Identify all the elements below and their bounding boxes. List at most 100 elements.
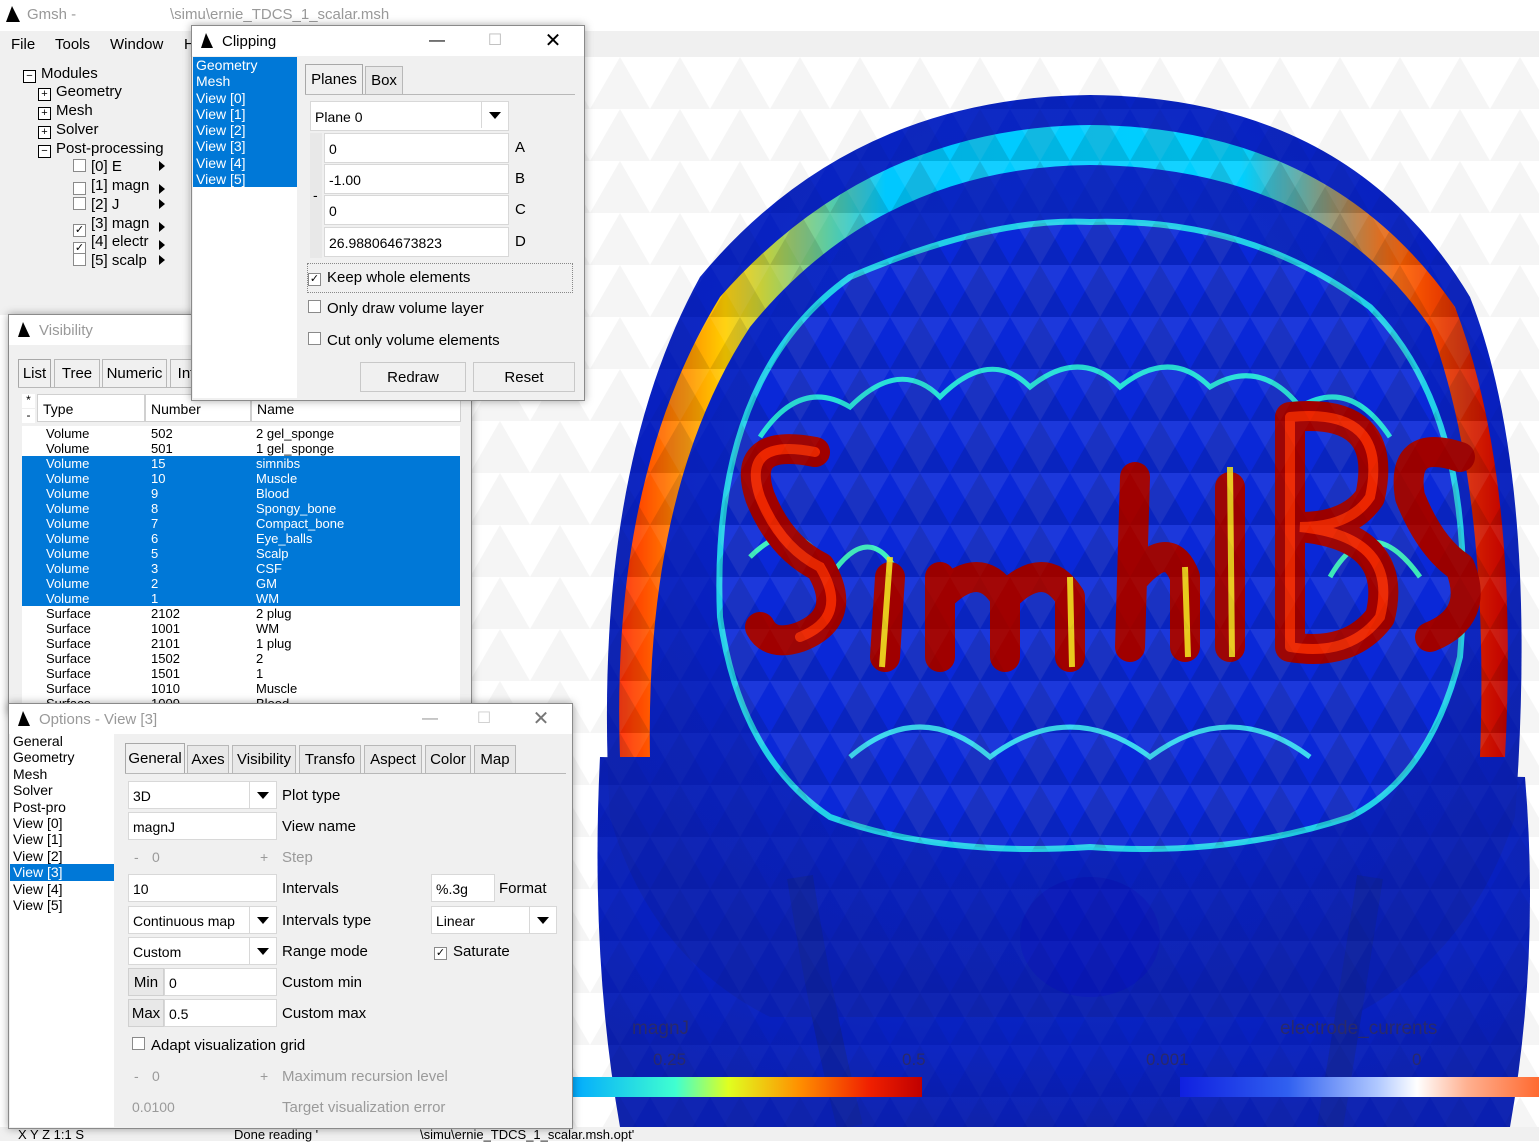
collapse-icon[interactable]: − <box>23 70 36 83</box>
table-row[interactable]: Volume 3 CSF <box>22 561 460 576</box>
format-input[interactable]: %.3g <box>431 874 495 902</box>
table-row[interactable]: Volume 8 Spongy_bone <box>22 501 460 516</box>
step-increment-button[interactable]: + <box>256 843 277 871</box>
graphics-viewport[interactable]: magnJ 0.25 0.5 electrode_currents 0.001 … <box>470 57 1539 1127</box>
column-header-type[interactable]: Type <box>37 394 145 422</box>
coeff-c-input[interactable]: 0 <box>324 195 509 225</box>
tree-geometry[interactable]: + Geometry <box>38 83 122 101</box>
submenu-arrow-icon[interactable] <box>159 199 165 209</box>
max-button[interactable]: Max <box>128 999 164 1027</box>
reset-button[interactable]: Reset <box>473 362 575 392</box>
list-item[interactable]: Post-pro <box>10 799 114 815</box>
table-row[interactable]: Surface 1501 1 <box>22 666 460 681</box>
chevron-down-icon[interactable] <box>529 907 556 933</box>
tab-general[interactable]: General <box>125 743 185 774</box>
view-name-input[interactable]: magnJ <box>128 812 277 840</box>
tab-axes[interactable]: Axes <box>187 745 229 774</box>
recursion-decrement-button[interactable]: - <box>128 1062 148 1090</box>
coeff-slider[interactable]: - <box>310 133 322 258</box>
saturate-checkbox[interactable]: ✓ Saturate <box>434 943 510 960</box>
list-item[interactable]: View [0] <box>10 815 114 831</box>
tab-numeric[interactable]: Numeric <box>102 359 167 388</box>
submenu-arrow-icon[interactable] <box>159 255 165 265</box>
custom-max-input[interactable]: 0.5 <box>164 999 277 1027</box>
table-row[interactable]: Surface 2102 2 plug <box>22 606 460 621</box>
chevron-down-icon[interactable] <box>249 938 276 964</box>
minimize-icon[interactable]: — <box>410 708 450 730</box>
tree-mesh[interactable]: + Mesh <box>38 102 93 120</box>
submenu-arrow-icon[interactable] <box>159 184 165 194</box>
list-item[interactable]: Mesh <box>193 73 297 90</box>
list-item[interactable]: View [0] <box>193 89 297 106</box>
view-checkbox[interactable] <box>73 197 86 210</box>
target-error-input[interactable]: 0.0100 <box>128 1093 277 1121</box>
collapse-icon[interactable]: − <box>38 145 51 158</box>
step-decrement-button[interactable]: - <box>128 843 148 871</box>
tab-planes[interactable]: Planes <box>305 64 363 95</box>
range-mode-select[interactable]: Custom <box>128 937 277 965</box>
view-checkbox[interactable] <box>73 182 86 195</box>
custom-min-input[interactable]: 0 <box>164 968 277 996</box>
list-item[interactable]: General <box>10 733 114 749</box>
clipping-title-bar[interactable]: Clipping — ☐ ✕ <box>192 26 584 56</box>
tab-list[interactable]: List <box>18 359 51 388</box>
coeff-a-input[interactable]: 0 <box>324 133 509 163</box>
list-item[interactable]: View [5] <box>10 897 114 913</box>
table-row[interactable]: Volume 5 Scalp <box>22 546 460 561</box>
tree-post-processing[interactable]: − Post-processing <box>38 140 164 158</box>
expand-icon[interactable]: + <box>38 88 51 101</box>
tree-view-0[interactable]: [0] E <box>73 158 165 176</box>
plane-select[interactable]: Plane 0 <box>310 101 509 131</box>
list-item[interactable]: View [2] <box>193 122 297 139</box>
view-checkbox[interactable] <box>73 253 86 266</box>
select-none-button[interactable]: - <box>22 409 35 423</box>
list-item[interactable]: View [2] <box>10 848 114 864</box>
recursion-input[interactable]: 0 <box>148 1062 256 1090</box>
cut-only-volume-checkbox[interactable]: Cut only volume elements <box>308 332 500 349</box>
tree-solver[interactable]: + Solver <box>38 121 99 139</box>
scale-type-select[interactable]: Linear <box>431 906 557 934</box>
keep-whole-elements-checkbox[interactable]: ✓ Keep whole elements <box>307 263 573 293</box>
intervals-input[interactable]: 10 <box>128 874 277 902</box>
table-row[interactable]: Surface 2101 1 plug <box>22 636 460 651</box>
table-row[interactable]: Surface 1001 WM <box>22 621 460 636</box>
tab-transfo[interactable]: Transfo <box>299 745 361 774</box>
table-row[interactable]: Volume 10 Muscle <box>22 471 460 486</box>
menu-file[interactable]: File <box>11 36 35 53</box>
table-row[interactable]: Volume 502 2 gel_sponge <box>22 426 460 441</box>
table-row[interactable]: Surface 1010 Muscle <box>22 681 460 696</box>
recursion-increment-button[interactable]: + <box>256 1062 277 1090</box>
menu-window[interactable]: Window <box>110 36 163 53</box>
coeff-b-input[interactable]: -1.00 <box>324 164 509 194</box>
tree-view-1[interactable]: [1] magn <box>73 177 165 195</box>
tab-color[interactable]: Color <box>425 745 471 774</box>
submenu-arrow-icon[interactable] <box>159 222 165 232</box>
options-category-list[interactable]: General Geometry Mesh Solver Post-pro View [0… <box>10 733 114 1127</box>
min-button[interactable]: Min <box>128 968 164 996</box>
options-title-bar[interactable]: Options - View [3] — ☐ ✕ <box>9 704 572 734</box>
list-item[interactable]: Geometry <box>193 57 297 74</box>
table-row[interactable]: Volume 9 Blood <box>22 486 460 501</box>
list-item[interactable]: View [3] <box>10 864 114 881</box>
list-item[interactable]: Geometry <box>10 749 114 765</box>
table-row[interactable]: Volume 2 GM <box>22 576 460 591</box>
table-row[interactable]: Volume 7 Compact_bone <box>22 516 460 531</box>
redraw-button[interactable]: Redraw <box>360 362 466 392</box>
table-row[interactable]: Volume 501 1 gel_sponge <box>22 441 460 456</box>
adapt-grid-checkbox[interactable]: Adapt visualization grid <box>132 1037 305 1054</box>
maximize-icon[interactable]: ☐ <box>475 30 515 52</box>
tab-visibility[interactable]: Visibility <box>232 745 296 774</box>
visibility-table[interactable]: Volume 502 2 gel_sponge Volume 501 1 gel_spon… <box>22 426 460 704</box>
tab-aspect[interactable]: Aspect <box>364 745 422 774</box>
list-item[interactable]: View [1] <box>193 105 297 123</box>
plot-type-select[interactable]: 3D <box>128 781 277 809</box>
coeff-d-input[interactable]: 26.988064673823 <box>324 227 509 257</box>
tree-view-3[interactable]: ✓ [3] magn <box>73 215 165 237</box>
list-item[interactable]: View [1] <box>10 831 114 847</box>
tree-view-5[interactable]: [5] scalp <box>73 252 165 270</box>
chevron-down-icon[interactable] <box>249 907 276 933</box>
table-row[interactable]: Volume 1 WM <box>22 591 460 606</box>
clipping-target-list[interactable]: Geometry Mesh View [0] View [1] View [2]… <box>193 57 297 398</box>
list-item[interactable]: View [4] <box>10 881 114 897</box>
tab-map[interactable]: Map <box>474 745 516 774</box>
